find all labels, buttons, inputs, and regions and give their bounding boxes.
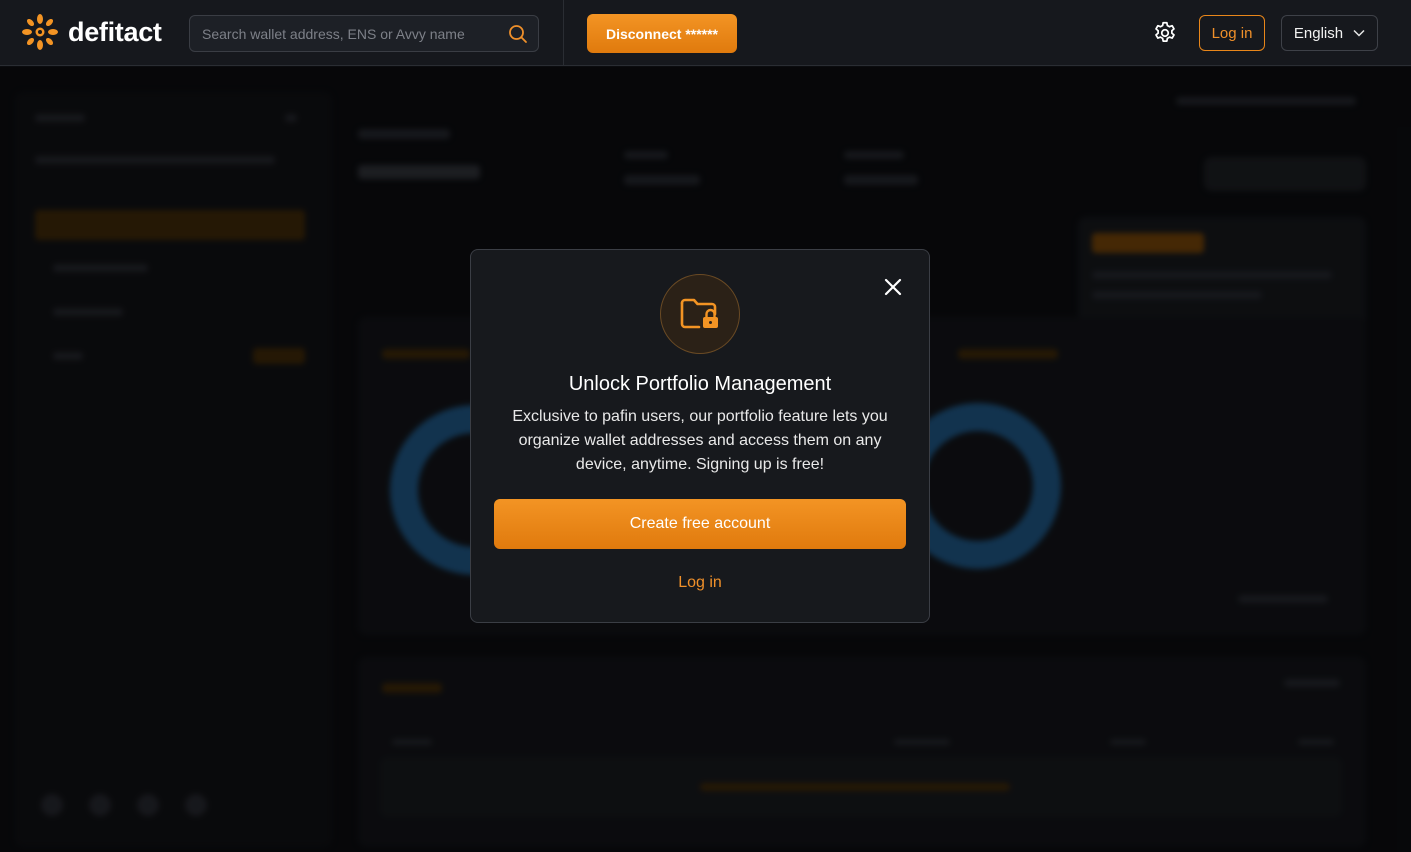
modal-title: Unlock Portfolio Management xyxy=(568,373,832,395)
folder-lock-icon xyxy=(680,298,718,329)
brand-name: defitact xyxy=(68,16,162,47)
defitact-logo-icon xyxy=(22,14,58,50)
language-selector[interactable]: English xyxy=(1281,15,1378,51)
search-icon[interactable] xyxy=(508,24,528,44)
search-input[interactable] xyxy=(190,16,500,51)
close-icon[interactable] xyxy=(880,274,906,300)
brand-logo[interactable]: defitact xyxy=(22,14,162,50)
modal-login-link[interactable]: Log in xyxy=(470,574,930,592)
modal-description: Exclusive to pafin users, our portfolio … xyxy=(512,408,888,473)
search-box xyxy=(189,15,539,52)
disconnect-wallet-button[interactable]: Disconnect ****** xyxy=(587,14,737,53)
create-account-button[interactable]: Create free account xyxy=(494,499,906,549)
gear-icon[interactable] xyxy=(1152,20,1178,46)
lock-badge xyxy=(660,274,740,354)
top-navigation-bar: defitact Disconnect ****** Log in Englis… xyxy=(0,0,1411,66)
header-login-button[interactable]: Log in xyxy=(1199,15,1265,51)
language-label: English xyxy=(1293,24,1344,42)
chevron-down-icon xyxy=(1353,29,1365,37)
header-divider xyxy=(563,0,564,66)
